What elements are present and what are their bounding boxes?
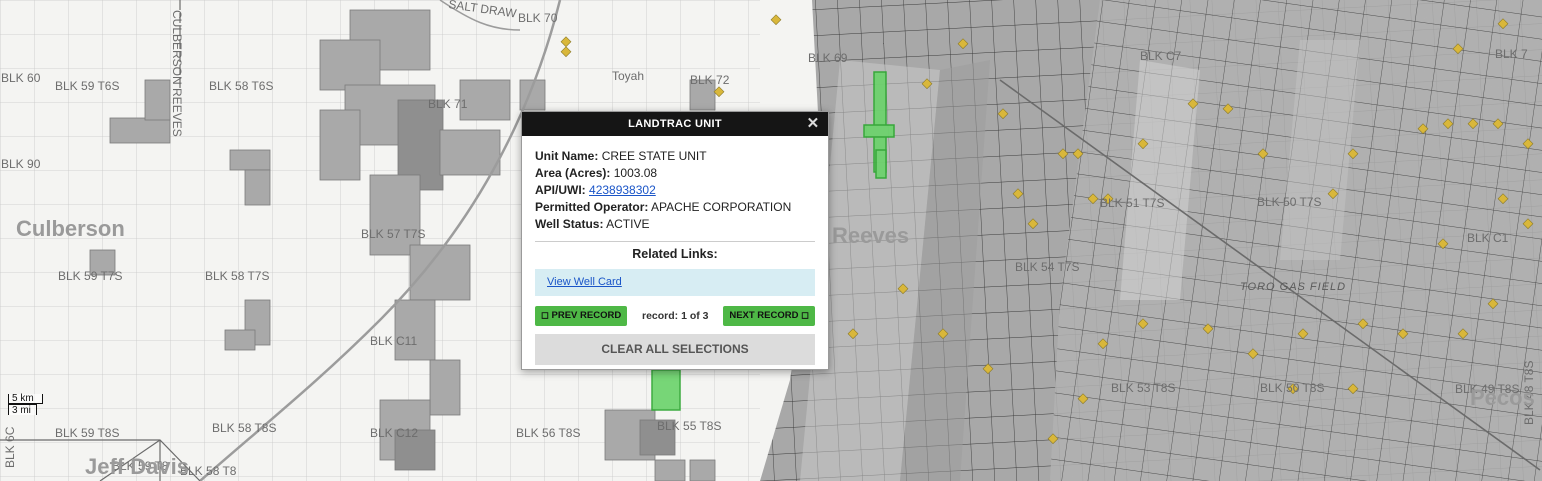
divider [535,241,815,242]
attribute-key: Unit Name: [535,149,599,163]
county-label: Pecos [1470,385,1535,410]
block-label: BLK 56 T8S [516,426,581,440]
attribute-row: Area (Acres): 1003.08 [535,165,815,182]
attribute-key: Permitted Operator: [535,200,649,214]
scale-bar: 5 km 3 mi [8,394,43,416]
block-label: BLK 60 [1,71,41,85]
block-label: BLK 58 T8S [212,421,277,435]
prev-record-button[interactable]: ◻ PREV RECORD [535,306,628,326]
attribute-value: 1003.08 [613,166,658,180]
view-well-card-link[interactable]: View Well Card [547,276,622,288]
record-navigation: ◻ PREV RECORD record: 1 of 3 NEXT RECORD… [535,305,815,327]
block-label: BLK 7 [1495,47,1528,61]
block-label: BLK 51 T7S [1100,196,1165,210]
block-label: BLK 71 [428,97,468,111]
block-label: BLK 55 T8S [657,419,722,433]
close-icon[interactable]: ✕ [806,112,820,136]
block-label: BLK 50 T8S [1260,381,1325,395]
attribute-key: Well Status: [535,217,604,231]
popup-title: LANDTRAC UNIT [628,118,722,130]
block-label: BLK C1 [1467,231,1509,245]
attribute-value: APACHE CORPORATION [651,200,792,214]
block-label: BLK C11 [370,334,417,348]
scale-km: 5 km [8,394,43,404]
attribute-value: CREE STATE UNIT [601,149,707,163]
field-label: TORO GAS FIELD [1240,281,1346,293]
api-uwi-link[interactable]: 4238938302 [589,183,656,197]
block-label: BLK 70 [518,11,558,25]
block-label: BLK C7 [1140,49,1182,63]
block-label: BLK 59 T6S [55,79,120,93]
town-label: Toyah [612,69,644,83]
attribute-key: API/UWI: [535,183,586,197]
block-label: BLK C12 [370,426,418,440]
block-label: BLK 90 [1,157,41,171]
clear-all-selections-button[interactable]: CLEAR ALL SELECTIONS [535,334,815,365]
block-label: BLK 6C [3,426,17,468]
attribute-value: ACTIVE [606,217,650,231]
popup-body: Unit Name: CREE STATE UNIT Area (Acres):… [522,136,828,365]
block-label: BLK 59 T8S [55,426,120,440]
block-label: BLK 54 T7S [1015,260,1080,274]
block-label: BLK 50 T7S [1257,195,1322,209]
attribute-key: Area (Acres): [535,166,611,180]
related-links-box: View Well Card [535,269,815,296]
block-label: BLK 69 [808,51,848,65]
next-record-button[interactable]: NEXT RECORD ◻ [723,306,815,326]
related-links-title: Related Links: [632,247,718,261]
block-label: BLK 58 T6S [209,79,274,93]
scale-mi: 3 mi [8,404,37,416]
block-label: BLK 57 T7S [361,227,426,241]
record-counter: record: 1 of 3 [642,310,709,322]
county-border-label: CULBERSON REEVES [170,10,184,137]
block-label: BLK 53 T8S [1111,381,1176,395]
county-label: Jeff Davis [85,454,189,479]
block-label: BLK 58 T7S [205,269,270,283]
attribute-row: Unit Name: CREE STATE UNIT [535,148,815,165]
popup-header: LANDTRAC UNIT ✕ [522,112,828,136]
attribute-row: Permitted Operator: APACHE CORPORATION [535,199,815,216]
block-label: BLK 72 [690,73,730,87]
attribute-row: Well Status: ACTIVE [535,216,815,233]
unit-info-popup: LANDTRAC UNIT ✕ Unit Name: CREE STATE UN… [521,111,829,370]
attribute-row: API/UWI: 4238938302 [535,182,815,199]
county-label: Culberson [16,216,125,241]
block-label: BLK 59 T7S [58,269,123,283]
county-label: Reeves [832,223,909,248]
